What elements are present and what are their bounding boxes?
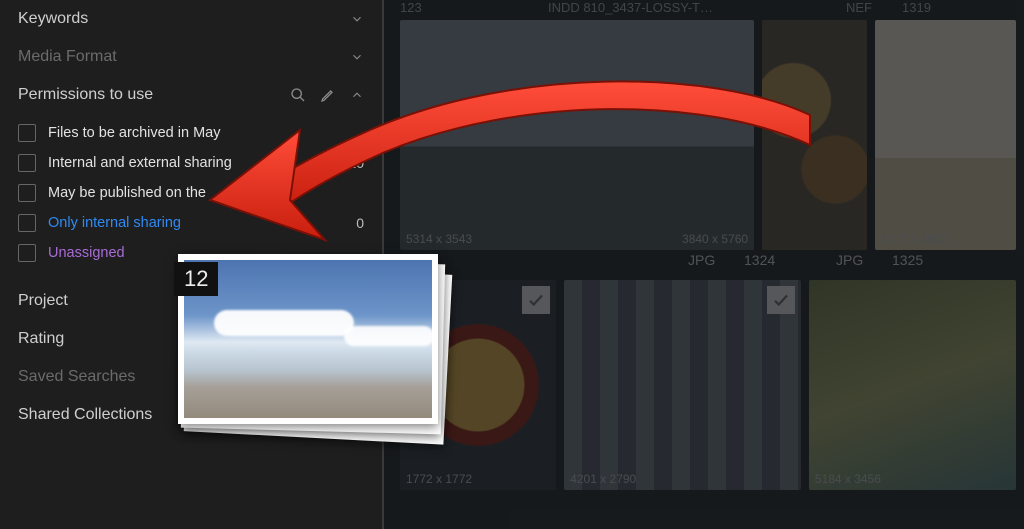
permission-label: May be published on the xyxy=(48,185,332,201)
asset-label: INDD 810_3437-LOSSY-T… xyxy=(548,0,838,16)
section-title: Keywords xyxy=(18,10,88,28)
section-keywords[interactable]: Keywords xyxy=(0,0,382,38)
section-title: Media Format xyxy=(18,48,117,66)
drag-count-badge: 12 xyxy=(174,262,218,296)
permission-label: Files to be archived in May xyxy=(48,125,332,141)
section-media-format[interactable]: Media Format xyxy=(0,38,382,76)
asset-dimensions: 4201 x 2790 xyxy=(570,472,636,486)
permission-item[interactable]: Internal and external sharing 10 xyxy=(0,148,382,178)
checkbox[interactable] xyxy=(18,184,36,202)
asset-grid: 123 INDD 810_3437-LOSSY-T… NEF 1319 5314 x … xyxy=(384,0,1024,529)
chevron-down-icon xyxy=(350,50,364,64)
checkbox[interactable] xyxy=(18,154,36,172)
permission-count: 0 xyxy=(344,215,364,231)
asset-thumbnail[interactable]: 5314 x 3543 3840 x 5760 xyxy=(400,20,754,250)
asset-label: 123 xyxy=(400,0,540,16)
asset-meta: 1324 xyxy=(744,252,828,268)
permissions-list: Files to be archived in May Internal and… xyxy=(0,114,382,274)
permission-item[interactable]: Only internal sharing 0 xyxy=(0,208,382,238)
section-title: Saved Searches xyxy=(18,368,135,386)
permission-label: Only internal sharing xyxy=(48,215,332,231)
permission-label: Internal and external sharing xyxy=(48,155,332,171)
selection-check-icon[interactable] xyxy=(767,286,795,314)
section-permissions[interactable]: Permissions to use xyxy=(0,76,382,114)
asset-dimensions: 5707 x 3805 xyxy=(881,232,947,246)
permission-count: 10 xyxy=(344,155,364,171)
permission-item[interactable]: Files to be archived in May xyxy=(0,118,382,148)
checkbox[interactable] xyxy=(18,214,36,232)
section-title: Project xyxy=(18,292,68,310)
section-title: Shared Collections xyxy=(18,406,152,424)
edit-icon[interactable] xyxy=(320,87,336,103)
asset-dimensions: 5184 x 3456 xyxy=(815,472,881,486)
drag-preview-stack[interactable]: 12 xyxy=(178,254,448,444)
asset-dimensions: 3840 x 5760 xyxy=(682,232,748,246)
permission-item[interactable]: May be published on the xyxy=(0,178,382,208)
selection-check-icon[interactable] xyxy=(522,286,550,314)
chevron-up-icon xyxy=(350,88,364,102)
section-title: Rating xyxy=(18,330,64,348)
asset-thumbnail[interactable]: 5184 x 3456 xyxy=(809,280,1016,490)
asset-thumbnail[interactable] xyxy=(762,20,867,250)
asset-dimensions: 1772 x 1772 xyxy=(406,472,472,486)
checkbox[interactable] xyxy=(18,124,36,142)
asset-meta: 1325 xyxy=(892,252,952,268)
asset-meta: JPG xyxy=(688,252,736,268)
asset-label: NEF xyxy=(846,0,894,16)
asset-meta: JPG xyxy=(836,252,884,268)
search-icon[interactable] xyxy=(290,87,306,103)
asset-thumbnail[interactable]: 4201 x 2790 xyxy=(564,280,801,490)
asset-label: 1319 xyxy=(902,0,962,16)
section-title: Permissions to use xyxy=(18,86,153,104)
chevron-down-icon xyxy=(350,12,364,26)
checkbox[interactable] xyxy=(18,244,36,262)
asset-thumbnail[interactable]: 5707 x 3805 xyxy=(875,20,1016,250)
asset-dimensions: 5314 x 3543 xyxy=(406,232,472,246)
drag-thumbnail xyxy=(184,260,432,418)
